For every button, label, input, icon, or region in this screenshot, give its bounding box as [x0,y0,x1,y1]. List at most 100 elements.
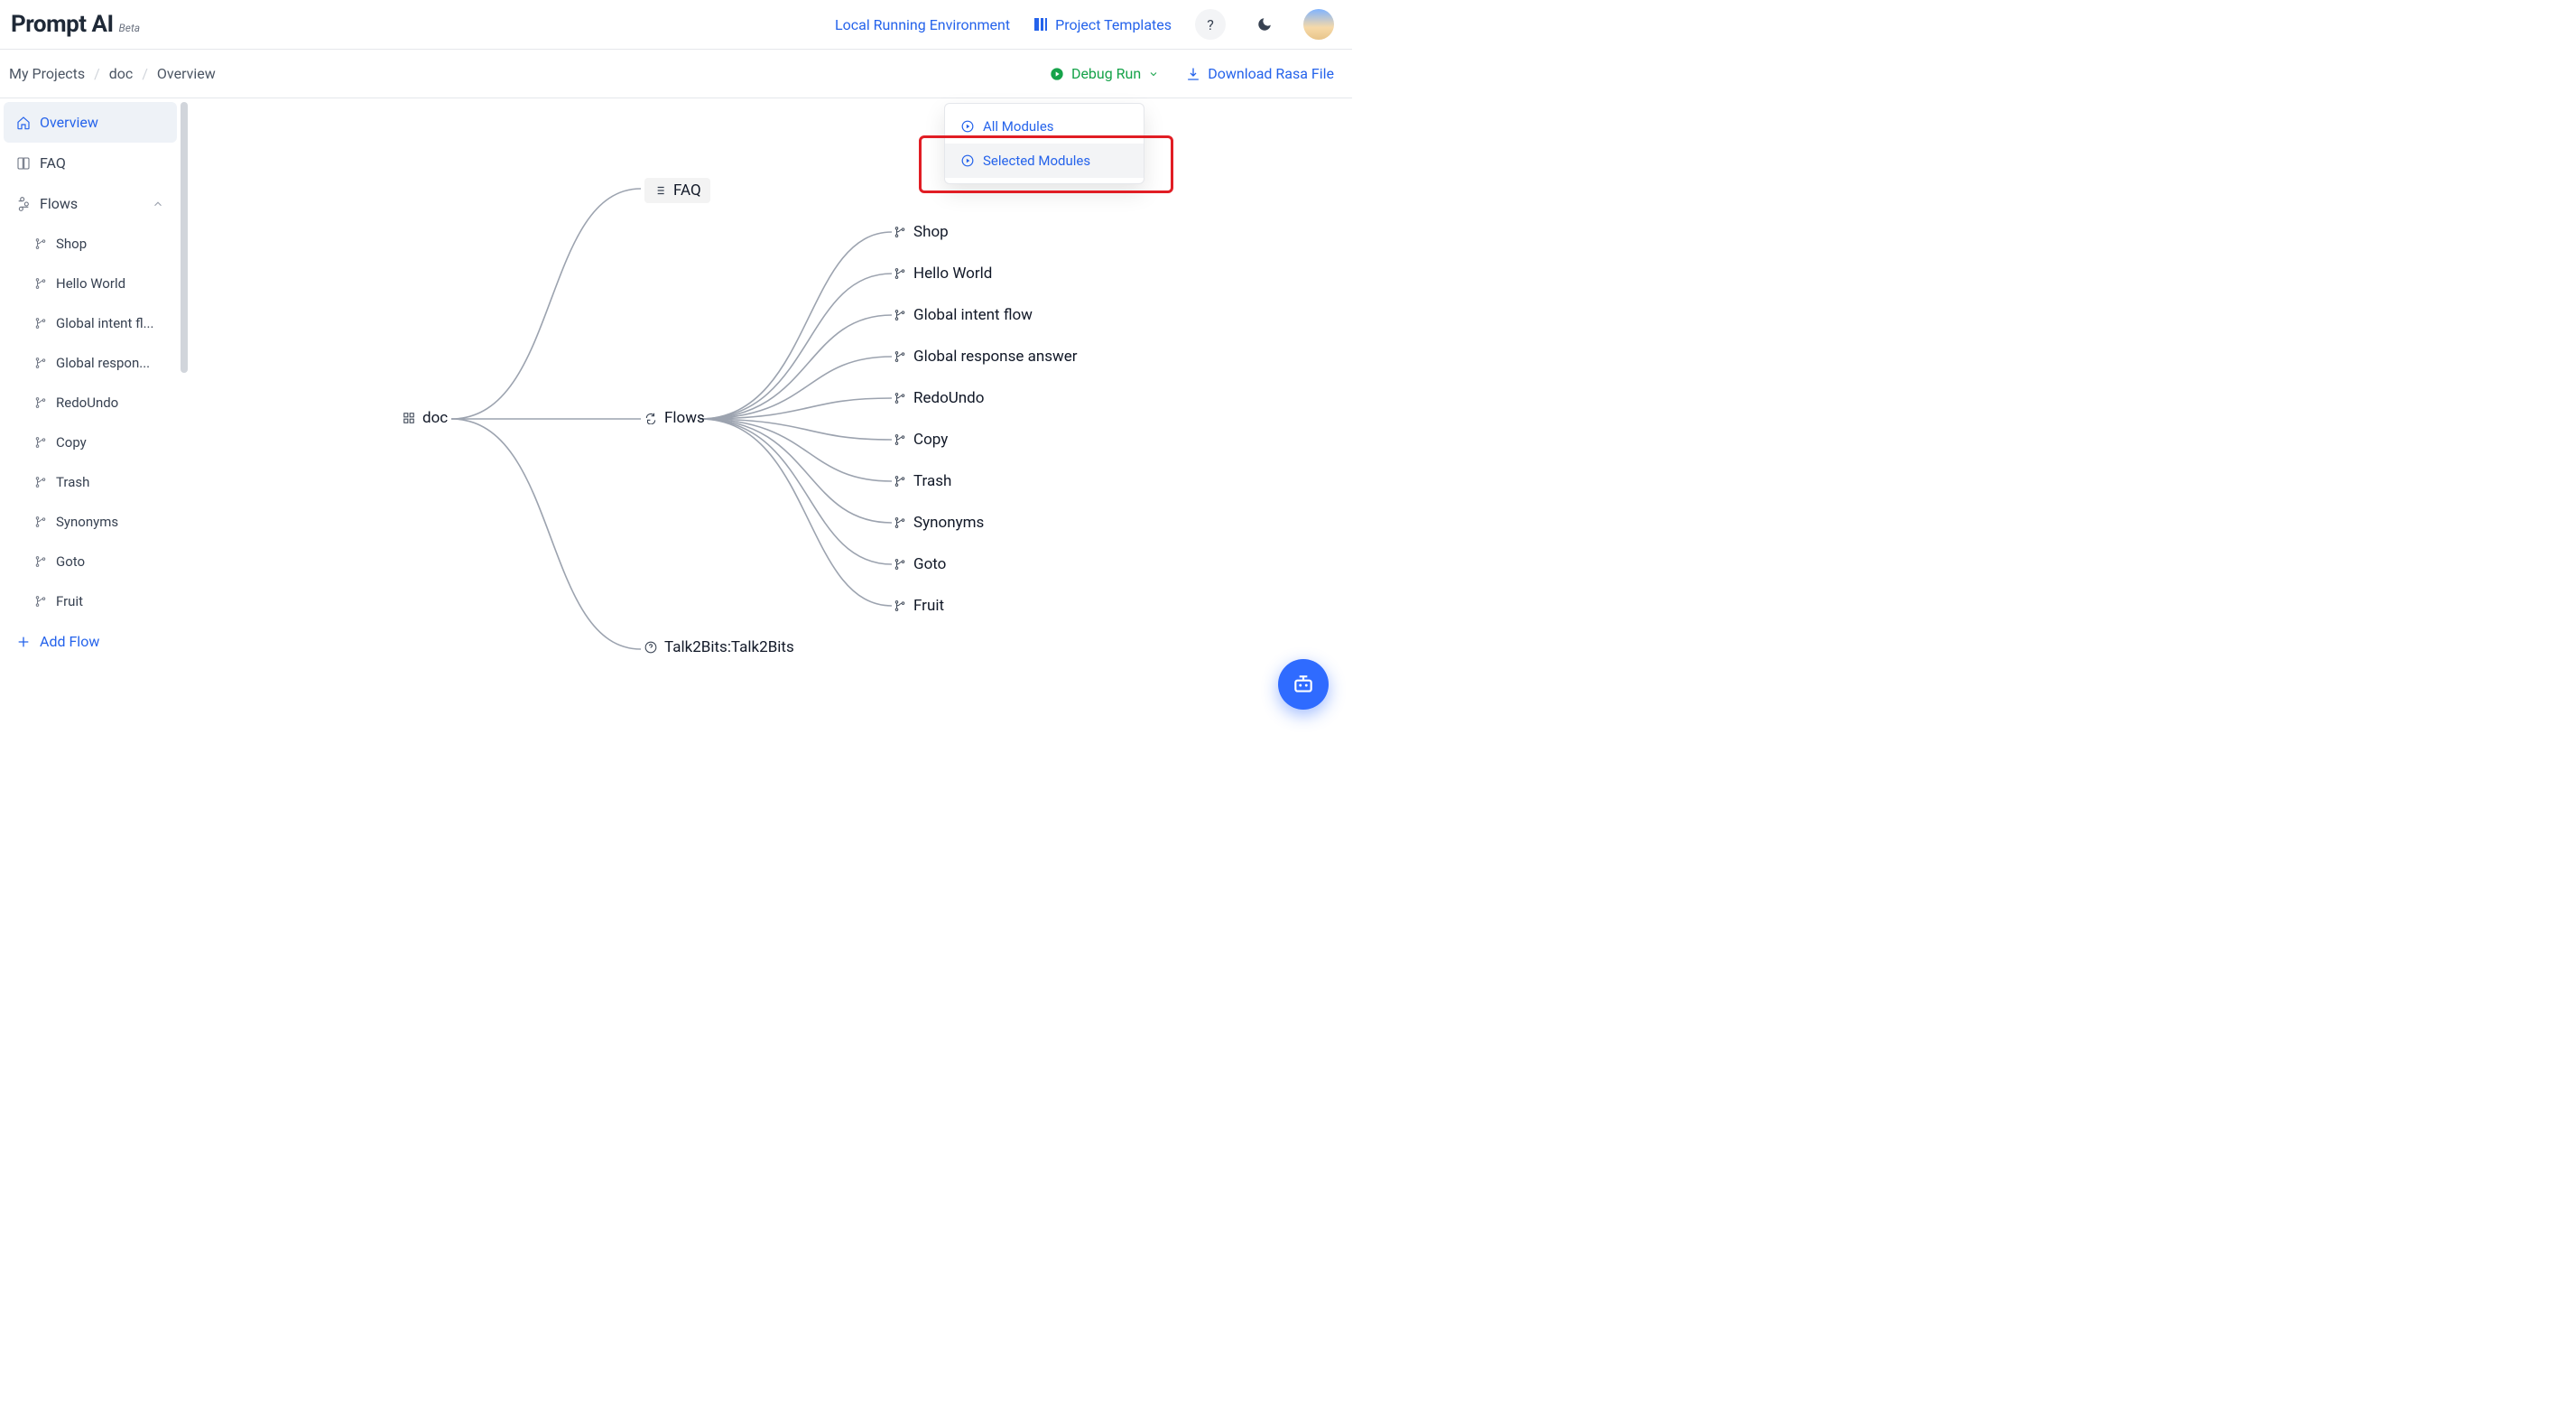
play-icon [1050,67,1064,81]
map-root-label: doc [422,409,448,427]
chat-fab[interactable] [1278,659,1329,710]
project-templates-link[interactable]: Project Templates [1033,16,1172,33]
map-leaf-node[interactable]: Global intent flow [894,306,1033,324]
map-flows-label: Flows [664,409,705,427]
branch-icon [894,267,906,280]
help-icon: ? [1207,16,1214,33]
topbar-right: Local Running Environment Project Templa… [835,9,1334,40]
sidebar-item-flows[interactable]: Flows [4,183,177,224]
run-selected-label: Selected Modules [983,153,1090,169]
map-leaf-label: Copy [913,431,948,449]
add-flow-label: Add Flow [40,633,99,650]
map-leaf-label: Synonyms [913,514,984,532]
breadcrumb: My Projects / doc / Overview [9,65,216,82]
debug-run-dropdown: All Modules Selected Modules [944,103,1144,184]
branch-icon [894,516,906,529]
map-flows-node[interactable]: Flows [644,409,705,427]
debug-run-label: Debug Run [1071,65,1141,82]
sidebar-flows-label: Flows [40,195,78,212]
branch-icon [894,475,906,488]
moon-icon [1256,16,1273,33]
theme-toggle[interactable] [1249,9,1280,40]
branch-icon [894,392,906,404]
sidebar-flow-item[interactable]: Global respon... [4,343,177,383]
crumb-sep: / [142,65,148,82]
flow-icon [16,197,31,211]
sidebar-flow-label: Hello World [56,275,125,292]
sidebar-flow-item[interactable]: Copy [4,423,177,462]
sidebar-flow-item[interactable]: Fruit [4,581,177,621]
map-leaf-node[interactable]: Global response answer [894,348,1078,366]
sidebar-flow-item[interactable]: RedoUndo [4,383,177,423]
run-selected-modules[interactable]: Selected Modules [945,144,1144,178]
sidebar-flow-item[interactable]: Hello World [4,264,177,303]
map-leaf-node[interactable]: Goto [894,555,946,573]
sidebar-item-overview[interactable]: Overview [4,102,177,143]
play-circle-icon [961,154,974,167]
branch-icon [34,476,47,488]
run-all-modules[interactable]: All Modules [945,109,1144,144]
branch-icon [894,599,906,612]
map-leaf-label: Trash [913,472,951,490]
branch-icon [34,237,47,250]
map-leaf-label: RedoUndo [913,389,984,407]
map-leaf-node[interactable]: Hello World [894,265,992,283]
branch-icon [34,277,47,290]
crumb-root[interactable]: My Projects [9,65,85,82]
map-talk2bits-node[interactable]: Talk2Bits:Talk2Bits [644,638,794,656]
sidebar-flow-item[interactable]: Shop [4,224,177,264]
avatar[interactable] [1303,9,1334,40]
home-icon [16,116,31,130]
templates-label: Project Templates [1055,16,1172,33]
map-leaf-node[interactable]: Synonyms [894,514,984,532]
map-leaf-node[interactable]: Trash [894,472,951,490]
map-faq-node[interactable]: FAQ [644,178,710,203]
map-leaf-label: Global response answer [913,348,1078,366]
sidebar-flow-label: Global respon... [56,355,150,371]
sidebar-flow-item[interactable]: Synonyms [4,502,177,542]
sidebar-flow-item[interactable]: Goto [4,542,177,581]
map-leaf-node[interactable]: Shop [894,223,949,241]
local-env-link[interactable]: Local Running Environment [835,16,1010,33]
run-all-label: All Modules [983,118,1054,135]
add-flow-button[interactable]: Add Flow [4,621,177,662]
map-leaf-node[interactable]: RedoUndo [894,389,984,407]
branch-icon [34,396,47,409]
plus-icon [16,635,31,649]
help-circle-icon [644,641,657,654]
sidebar-flow-label: Goto [56,553,85,570]
local-env-label: Local Running Environment [835,16,1010,33]
map-leaf-node[interactable]: Copy [894,431,948,449]
branch-icon [894,350,906,363]
body: Overview FAQ Flows Shop Hello World Global… [0,98,1352,733]
refresh-icon [644,412,657,424]
sidebar-flow-item[interactable]: Global intent fl... [4,303,177,343]
debug-run-button[interactable]: Debug Run [1050,65,1159,82]
list-icon [653,184,666,197]
crumb-project[interactable]: doc [109,65,134,82]
sidebar-item-faq[interactable]: FAQ [4,143,177,183]
help-button[interactable]: ? [1195,9,1226,40]
book-icon [16,156,31,171]
map-leaf-node[interactable]: Fruit [894,597,944,615]
crumb-sep: / [94,65,100,82]
map-leaf-label: Goto [913,555,946,573]
chevron-down-icon [1148,69,1159,79]
sidebar-flow-label: Shop [56,236,87,252]
sidebar-flow-label: Fruit [56,593,83,609]
sidebar-flow-label: Trash [56,474,89,490]
download-rasa-button[interactable]: Download Rasa File [1186,65,1334,82]
sidebar-flow-label: RedoUndo [56,395,118,411]
download-icon [1186,67,1200,81]
map-faq-label: FAQ [673,181,701,200]
mindmap-canvas[interactable]: doc FAQ Flows Talk2Bits:Talk2Bits Shop He… [181,98,1352,733]
sidebar-flow-item[interactable]: Trash [4,462,177,502]
map-leaf-label: Hello World [913,265,992,283]
sidebar-flow-label: Synonyms [56,514,118,530]
map-leaf-label: Shop [913,223,949,241]
map-root-node[interactable]: doc [403,409,448,427]
branch-icon [894,309,906,321]
brand-name: Prompt AI [11,11,114,38]
topbar: Prompt AI Beta Local Running Environment… [0,0,1352,50]
chevron-up-icon [152,198,164,210]
